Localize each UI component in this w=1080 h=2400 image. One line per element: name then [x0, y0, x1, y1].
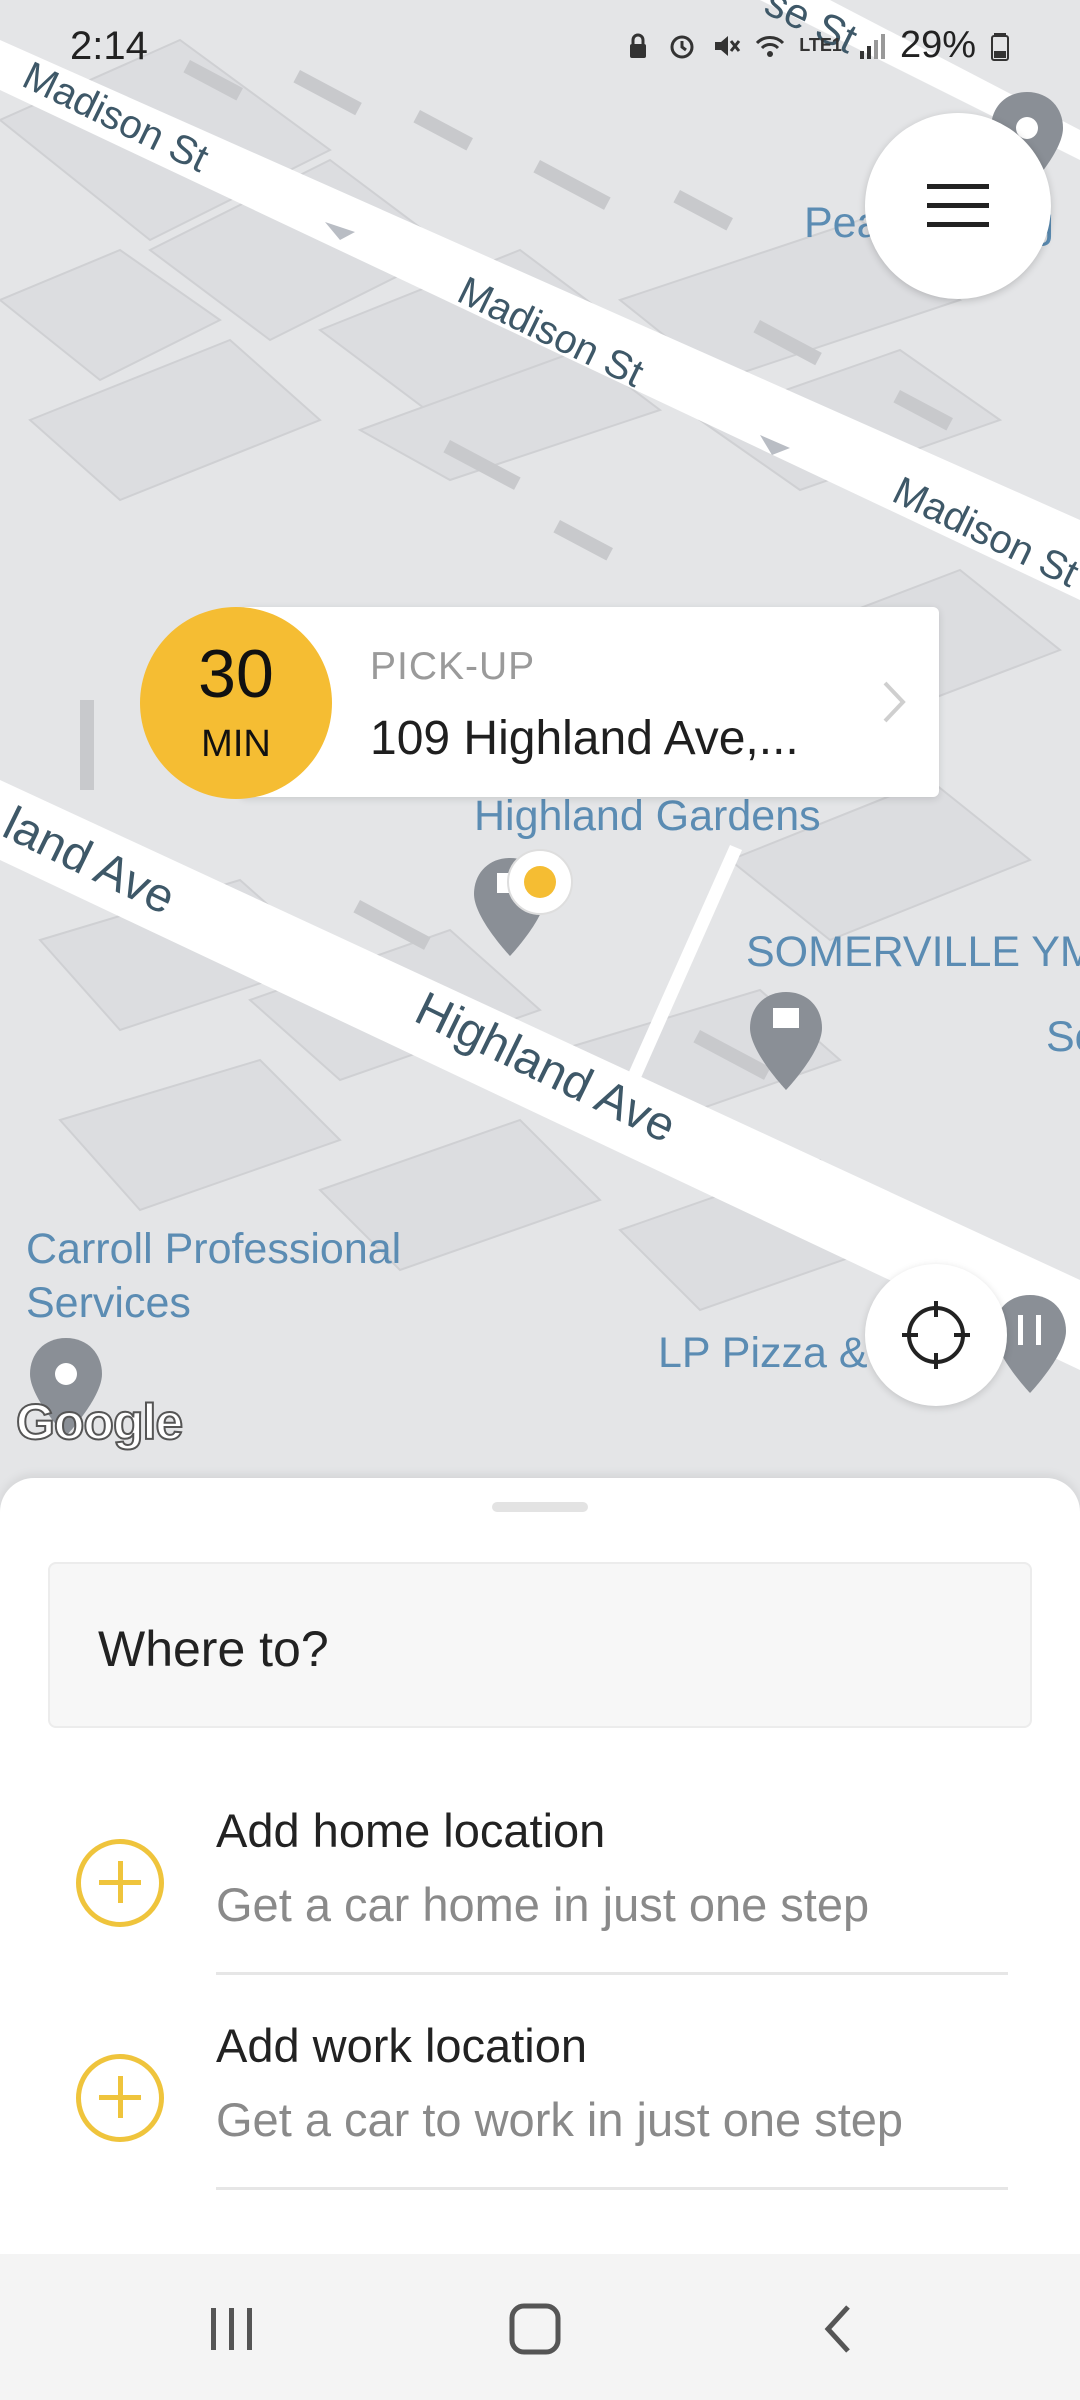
current-location-marker [507, 849, 573, 915]
add-home-location-row[interactable]: Add home location Get a car home in just… [0, 1783, 1080, 1998]
network-type: LTE1 [799, 35, 842, 55]
status-bar: 2:14 LTE1 29% [0, 0, 1080, 96]
plus-circle-icon [76, 2054, 164, 2142]
add-home-subtitle: Get a car home in just one step [216, 1878, 870, 1931]
destination-search-box[interactable]: Where to? [48, 1562, 1032, 1728]
map-view[interactable]: Madison St Madison St Madison St land Av… [0, 0, 1080, 1520]
system-nav-bar [0, 2254, 1080, 2400]
bottom-sheet[interactable]: Where to? Add home location Get a car ho… [0, 1478, 1080, 2254]
eta-unit: MIN [201, 723, 271, 765]
eta-badge: 30 MIN [140, 607, 332, 799]
poi-label-lp-pizza[interactable]: LP Pizza & [658, 1326, 868, 1380]
pickup-address: 109 Highland Ave,... [370, 712, 799, 765]
add-work-subtitle: Get a car to work in just one step [216, 2093, 904, 2146]
hamburger-icon [927, 184, 989, 227]
chevron-right-icon [883, 681, 906, 723]
google-logo: Google [15, 1393, 184, 1451]
poi-label-highland-gardens[interactable]: Highland Gardens [474, 789, 821, 843]
add-work-title: Add work location [216, 2019, 587, 2072]
plus-circle-icon [76, 1839, 164, 1927]
recent-apps-icon [211, 2308, 252, 2350]
mute-icon [715, 35, 741, 56]
battery-percentage: 29% [899, 24, 976, 66]
alarm-icon [670, 35, 694, 58]
poi-label-somerville[interactable]: SOMERVILLE YM [746, 925, 1080, 979]
eta-value: 30 [198, 636, 274, 712]
row-divider [216, 2187, 1008, 2190]
lock-icon [630, 33, 647, 58]
home-button[interactable] [495, 2294, 575, 2364]
pickup-card[interactable]: PICK-UP 109 Highland Ave,... [240, 607, 939, 797]
battery-icon [991, 32, 1009, 61]
add-work-location-row[interactable]: Add work location Get a car to work in j… [0, 1998, 1080, 2213]
home-icon [509, 2303, 561, 2355]
back-icon [824, 2305, 850, 2353]
poi-label-so[interactable]: So [1046, 1010, 1080, 1064]
poi-label-carroll-2[interactable]: Services [26, 1276, 191, 1330]
drag-handle[interactable] [492, 1502, 588, 1512]
status-time: 2:14 [70, 24, 148, 68]
locate-button[interactable] [865, 1264, 1007, 1406]
crosshair-icon [902, 1301, 970, 1369]
menu-button[interactable] [865, 113, 1051, 299]
add-home-title: Add home location [216, 1804, 606, 1857]
destination-placeholder: Where to? [98, 1621, 329, 1677]
back-button[interactable] [798, 2294, 878, 2364]
status-icons: LTE1 29% [623, 24, 1010, 67]
pickup-label: PICK-UP [370, 645, 536, 688]
signal-icon [859, 33, 885, 59]
wifi-icon [756, 35, 785, 57]
row-divider [216, 1972, 1008, 1975]
recent-apps-button[interactable] [192, 2294, 272, 2364]
poi-label-carroll-1[interactable]: Carroll Professional [26, 1222, 401, 1276]
